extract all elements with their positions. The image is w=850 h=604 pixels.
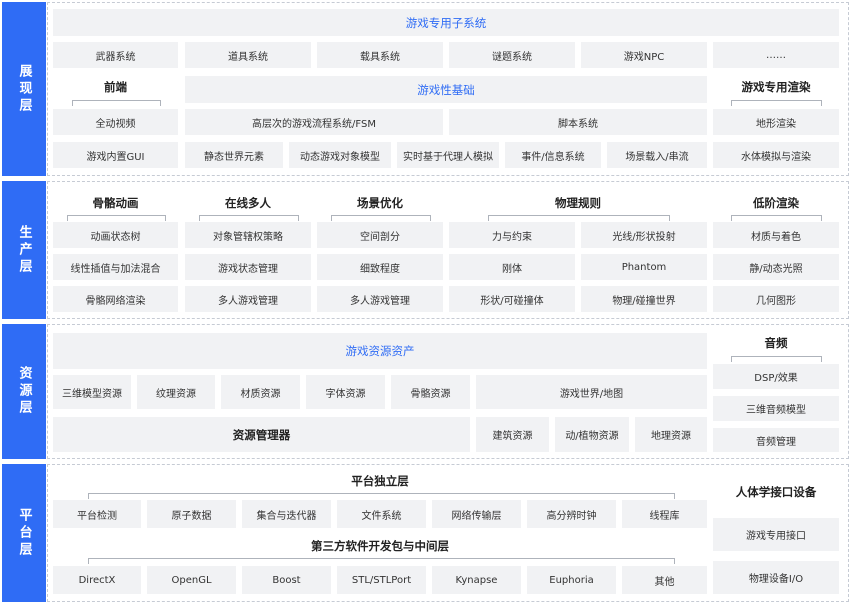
production-item: 光线/形状投射 xyxy=(581,222,707,248)
sdk-item: DirectX xyxy=(53,566,141,594)
production-item: 刚体 xyxy=(449,254,575,280)
resource-item: 骨骼资源 xyxy=(391,375,470,409)
audio-item: 音频管理 xyxy=(713,428,839,452)
sdk-item: Kynapse xyxy=(432,566,521,594)
resource-item: 字体资源 xyxy=(306,375,385,409)
sdk-item: OpenGL xyxy=(147,566,236,594)
production-item: 游戏状态管理 xyxy=(185,254,311,280)
third-party-sdk-header: 第三方软件开发包与中间层 xyxy=(311,539,449,553)
layer-label-presentation: 展现层 xyxy=(2,2,46,176)
frontend-header: 前端 xyxy=(104,80,127,94)
audio-item: DSP/效果 xyxy=(713,364,839,389)
subsystem-item: 谜题系统 xyxy=(449,42,575,68)
platform-item: 线程库 xyxy=(622,500,707,528)
production-item: 力与约束 xyxy=(449,222,575,248)
online-multiplayer-header: 在线多人 xyxy=(225,196,271,210)
presentation-item: 脚本系统 xyxy=(449,109,707,135)
production-item: 物理/碰撞世界 xyxy=(581,286,707,312)
platform-item: 文件系统 xyxy=(337,500,426,528)
production-item: 对象管辖权策略 xyxy=(185,222,311,248)
bracket xyxy=(731,356,822,362)
platform-independent-header: 平台独立层 xyxy=(351,474,409,488)
production-item: 细致程度 xyxy=(317,254,443,280)
presentation-item: 事件/信息系统 xyxy=(505,142,601,168)
platform-item: 原子数据 xyxy=(147,500,236,528)
game-render-header: 游戏专用渲染 xyxy=(741,80,811,94)
hid-item: 物理设备I/O xyxy=(713,561,839,594)
sdk-item: Euphoria xyxy=(527,566,616,594)
production-item: 动画状态树 xyxy=(53,222,178,248)
physics-header: 物理规则 xyxy=(555,196,601,210)
subsystem-item: 载具系统 xyxy=(317,42,443,68)
layer-label-production: 生产层 xyxy=(2,181,46,319)
game-assets-title: 游戏资源资产 xyxy=(53,333,707,369)
bracket xyxy=(88,558,675,564)
game-subsystem-title: 游戏专用子系统 xyxy=(53,9,839,36)
resource-item: 游戏世界/地图 xyxy=(476,375,707,409)
resource-item: 三维模型资源 xyxy=(53,375,131,409)
sdk-item: 其他 xyxy=(622,566,707,594)
production-item: 几何图形 xyxy=(713,286,839,312)
subsystem-item: 武器系统 xyxy=(53,42,178,68)
audio-item: 三维音频模型 xyxy=(713,396,839,421)
bracket xyxy=(331,215,431,221)
bracket xyxy=(488,215,670,221)
platform-item: 平台检测 xyxy=(53,500,141,528)
presentation-item: 地形渲染 xyxy=(713,109,839,135)
frontend-bracket xyxy=(72,100,161,106)
hid-item: 游戏专用接口 xyxy=(713,518,839,551)
layer-label-resource: 资源层 xyxy=(2,324,46,459)
production-item: 骨骼网络渲染 xyxy=(53,286,178,312)
resource-item: 动/植物资源 xyxy=(555,417,629,452)
production-item: 多人游戏管理 xyxy=(317,286,443,312)
bracket xyxy=(731,215,822,221)
scene-optimization-header: 场景优化 xyxy=(357,196,403,210)
production-item: 多人游戏管理 xyxy=(185,286,311,312)
production-item: 形状/可碰撞体 xyxy=(449,286,575,312)
sdk-item: Boost xyxy=(242,566,331,594)
resource-item: 建筑资源 xyxy=(476,417,549,452)
bracket xyxy=(67,215,166,221)
resource-manager: 资源管理器 xyxy=(53,417,470,452)
production-item: 线性插值与加法混合 xyxy=(53,254,178,280)
production-item: 静/动态光照 xyxy=(713,254,839,280)
resource-item: 地理资源 xyxy=(635,417,707,452)
platform-item: 网络传输层 xyxy=(432,500,521,528)
gameplay-foundation-header: 游戏性基础 xyxy=(185,76,707,103)
subsystem-item: 道具系统 xyxy=(185,42,311,68)
layer-label-platform: 平台层 xyxy=(2,464,46,602)
presentation-item: 全动视频 xyxy=(53,109,178,135)
presentation-item: 场景载入/串流 xyxy=(607,142,707,168)
presentation-item: 水体模拟与渲染 xyxy=(713,142,839,168)
resource-item: 材质资源 xyxy=(221,375,300,409)
presentation-item: 静态世界元素 xyxy=(185,142,283,168)
presentation-item: 游戏内置GUI xyxy=(53,142,178,168)
low-level-render-header: 低阶渲染 xyxy=(753,196,799,210)
game-render-bracket xyxy=(731,100,822,106)
presentation-item: 高层次的游戏流程系统/FSM xyxy=(185,109,443,135)
production-item: Phantom xyxy=(581,254,707,280)
bracket xyxy=(88,493,675,499)
subsystem-item: …… xyxy=(713,42,839,68)
production-item: 空间剖分 xyxy=(317,222,443,248)
platform-item: 高分辨时钟 xyxy=(527,500,616,528)
platform-item: 集合与迭代器 xyxy=(242,500,331,528)
audio-header: 音频 xyxy=(764,336,788,350)
resource-item: 纹理资源 xyxy=(137,375,215,409)
presentation-item: 动态游戏对象模型 xyxy=(289,142,391,168)
presentation-item: 实时基于代理人模拟 xyxy=(397,142,499,168)
skeletal-animation-header: 骨骼动画 xyxy=(92,196,139,210)
production-item: 材质与着色 xyxy=(713,222,839,248)
subsystem-item: 游戏NPC xyxy=(581,42,707,68)
hid-header: 人体学接口设备 xyxy=(735,485,817,499)
sdk-item: STL/STLPort xyxy=(337,566,426,594)
bracket xyxy=(199,215,299,221)
